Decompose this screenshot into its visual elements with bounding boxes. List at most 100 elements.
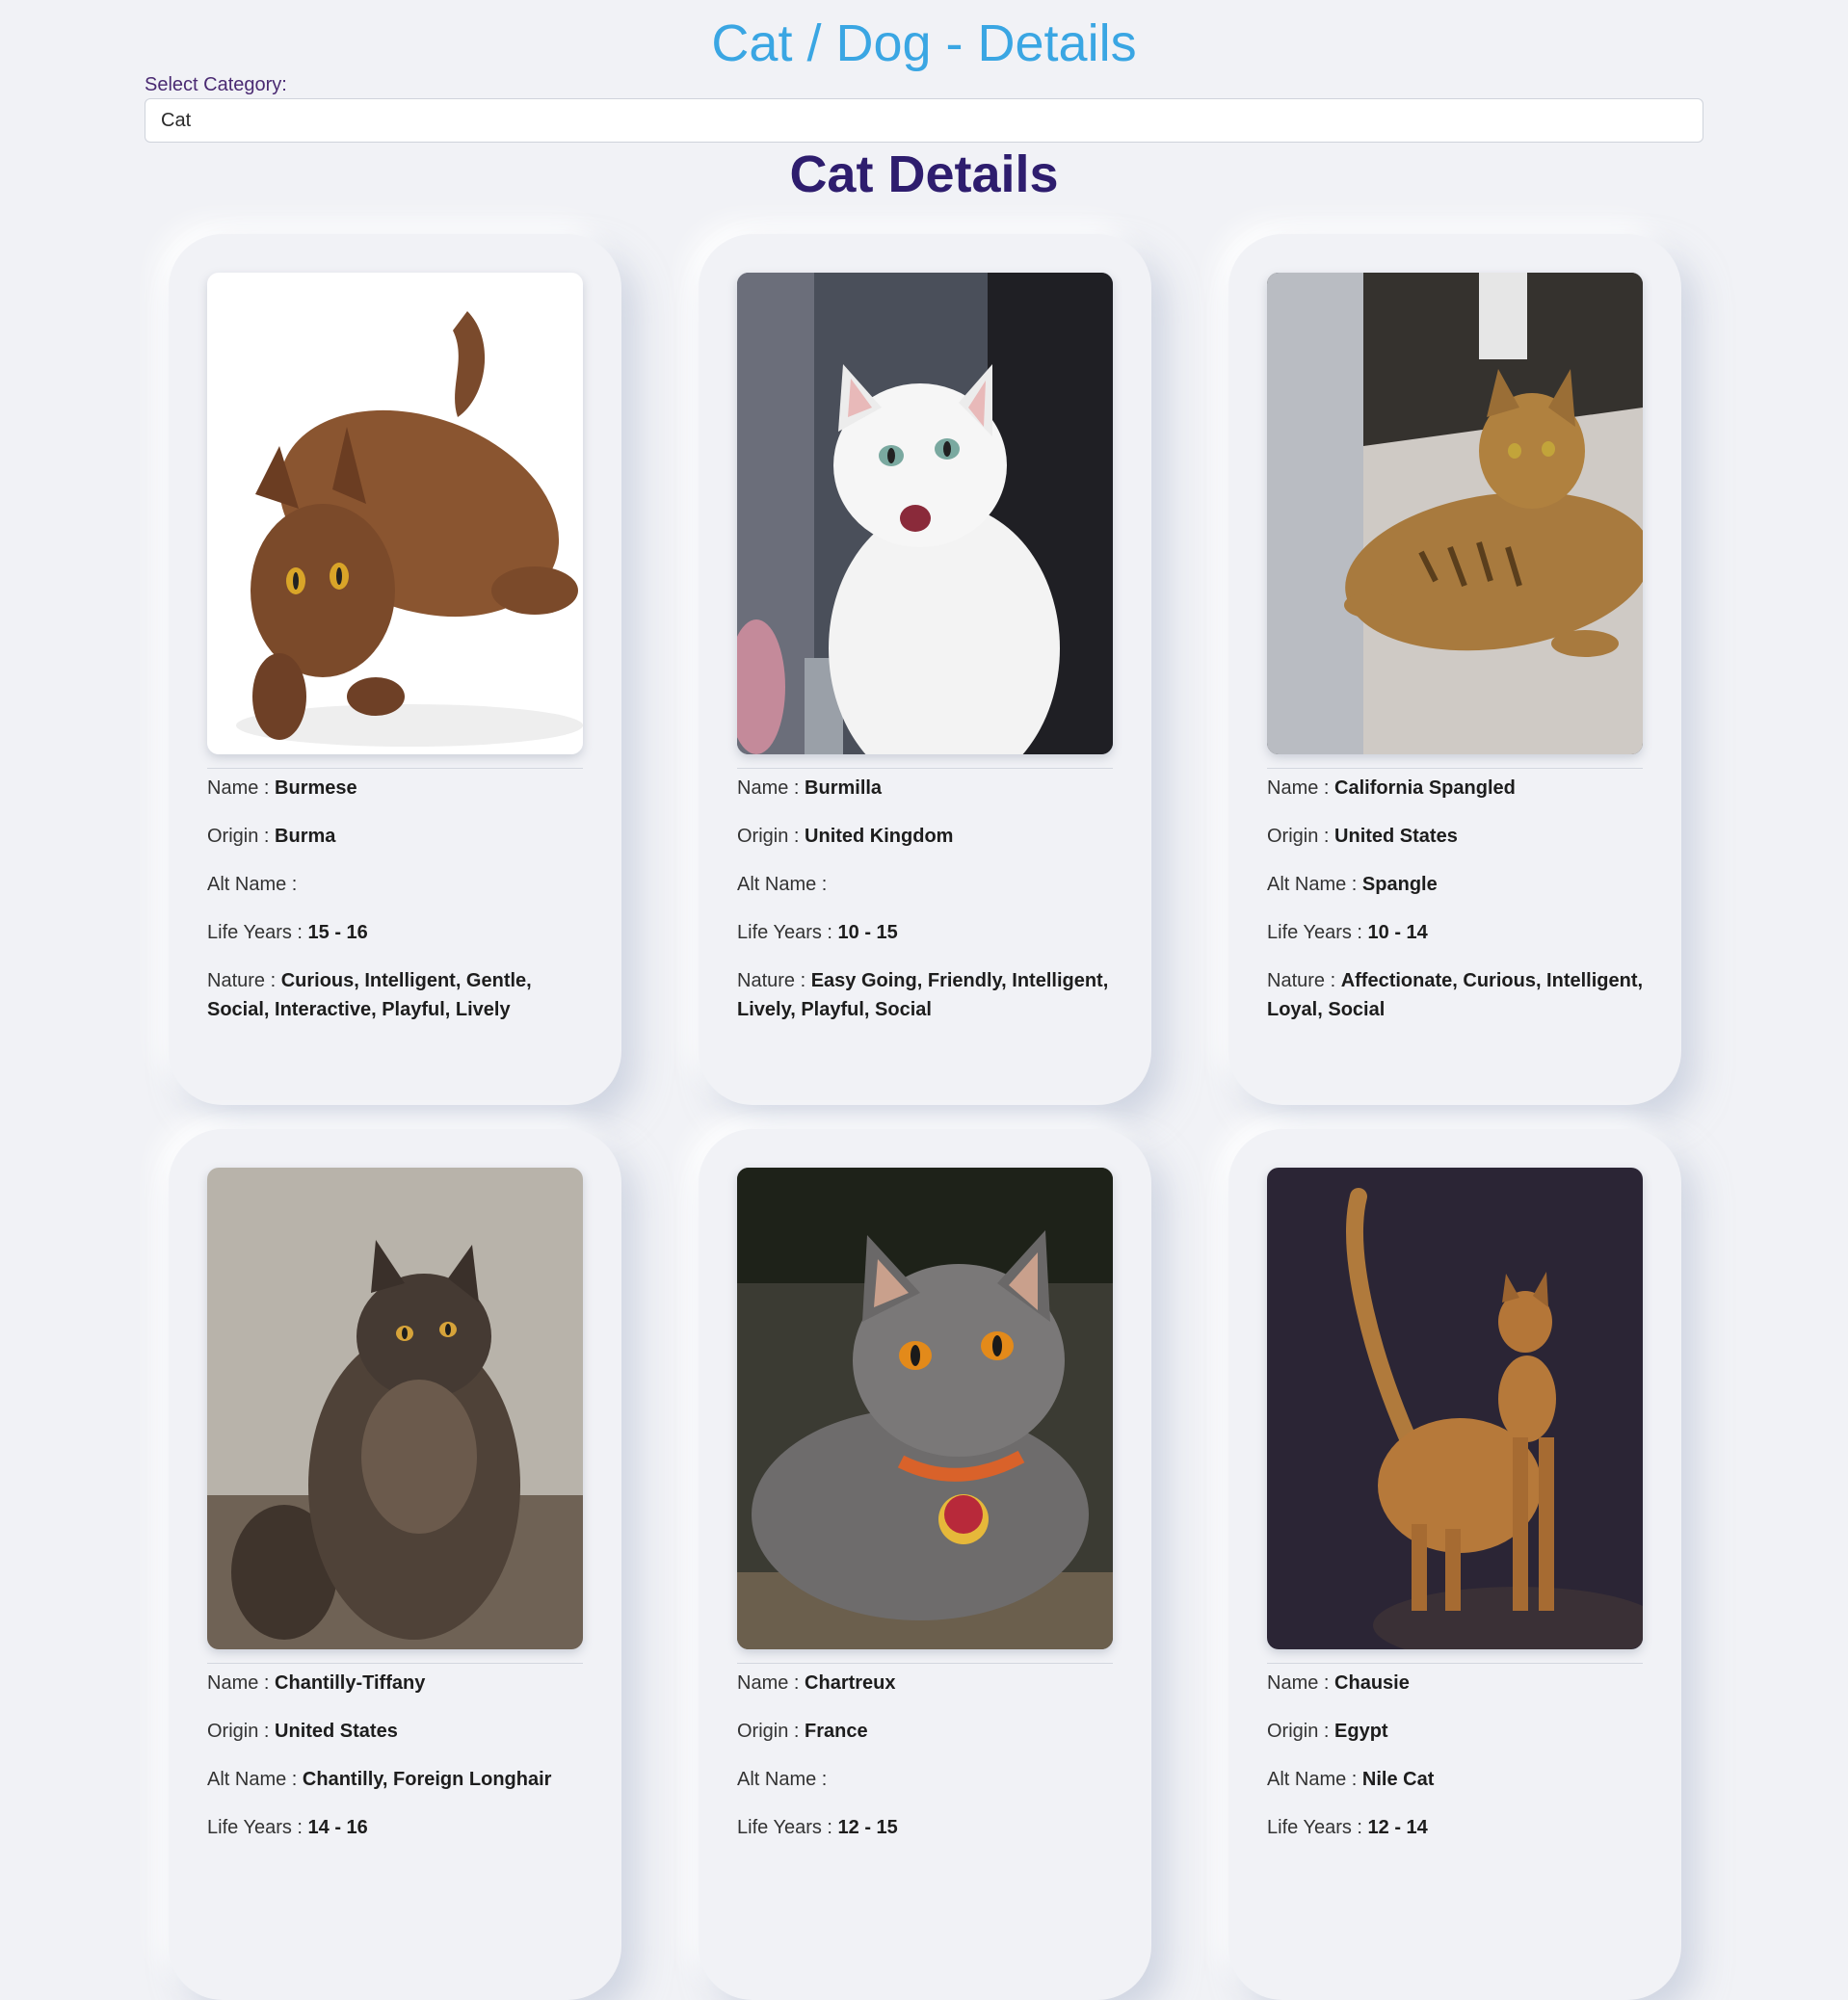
origin-label: Origin : — [737, 826, 805, 847]
origin-row: Origin : Burma — [207, 822, 593, 851]
cat-photo-icon — [207, 273, 583, 754]
origin-label: Origin : — [1267, 1721, 1335, 1742]
breed-card: Name : Chantilly-Tiffany Origin : United… — [169, 1129, 621, 2000]
cat-photo-chausie — [1267, 1168, 1643, 1649]
card-info: Name : Burmese Origin : Burma Alt Name :… — [207, 774, 593, 1043]
origin-label: Origin : — [737, 1721, 805, 1742]
name-label: Name : — [207, 1672, 276, 1694]
alt-name-label: Alt Name : — [1267, 874, 1362, 895]
nature-label: Nature : — [737, 970, 811, 991]
life-years-label: Life Years : — [737, 922, 838, 943]
nature-label: Nature : — [1267, 970, 1341, 991]
breed-card: Name : Chausie Origin : Egypt Alt Name :… — [1228, 1129, 1681, 2000]
alt-name-value: Spangle — [1361, 874, 1438, 895]
origin-value: United States — [275, 1721, 398, 1742]
nature-row: Nature : Easy Going, Friendly, Intellige… — [737, 966, 1122, 1024]
origin-label: Origin : — [207, 1721, 276, 1742]
cat-photo-california-spangled — [1267, 273, 1643, 754]
origin-row: Origin : United States — [207, 1717, 593, 1746]
name-row: Name : Burmese — [207, 774, 593, 803]
life-years-label: Life Years : — [207, 922, 308, 943]
cards-grid: Name : Burmese Origin : Burma Alt Name :… — [0, 0, 1848, 2000]
life-years-value: 12 - 14 — [1367, 1817, 1428, 1838]
life-years-row: Life Years : 10 - 14 — [1267, 918, 1652, 947]
cat-photo-burmese — [207, 273, 583, 754]
life-years-label: Life Years : — [737, 1817, 838, 1838]
name-row: Name : Chantilly-Tiffany — [207, 1669, 593, 1697]
nature-row: Nature : Curious, Intelligent, Gentle, S… — [207, 966, 593, 1024]
alt-name-label: Alt Name : — [737, 1769, 828, 1790]
nature-label: Nature : — [207, 970, 281, 991]
card-divider — [1267, 1663, 1643, 1664]
origin-value: France — [805, 1721, 868, 1742]
origin-value: Egypt — [1334, 1721, 1388, 1742]
name-label: Name : — [737, 1672, 805, 1694]
card-info: Name : Chausie Origin : Egypt Alt Name :… — [1267, 1669, 1652, 1861]
alt-name-row: Alt Name : — [737, 870, 1122, 899]
name-label: Name : — [1267, 1672, 1335, 1694]
card-divider — [207, 1663, 583, 1664]
alt-name-row: Alt Name : Spangle — [1267, 870, 1652, 899]
breed-card: Name : California Spangled Origin : Unit… — [1228, 234, 1681, 1105]
life-years-row: Life Years : 14 - 16 — [207, 1813, 593, 1842]
origin-row: Origin : United Kingdom — [737, 822, 1122, 851]
name-value: Chartreux — [805, 1672, 896, 1694]
card-divider — [737, 1663, 1113, 1664]
card-divider — [207, 768, 583, 769]
breed-card: Name : Burmilla Origin : United Kingdom … — [699, 234, 1151, 1105]
life-years-row: Life Years : 12 - 15 — [737, 1813, 1122, 1842]
origin-row: Origin : United States — [1267, 822, 1652, 851]
card-divider — [737, 768, 1113, 769]
alt-name-row: Alt Name : — [207, 870, 593, 899]
name-value: Burmilla — [805, 777, 883, 799]
life-years-label: Life Years : — [1267, 1817, 1368, 1838]
life-years-row: Life Years : 12 - 14 — [1267, 1813, 1652, 1842]
origin-label: Origin : — [1267, 826, 1335, 847]
cat-photo-icon — [1267, 273, 1643, 754]
life-years-value: 10 - 14 — [1367, 922, 1428, 943]
name-row: Name : Chartreux — [737, 1669, 1122, 1697]
alt-name-row: Alt Name : Nile Cat — [1267, 1765, 1652, 1794]
card-info: Name : Burmilla Origin : United Kingdom … — [737, 774, 1122, 1043]
card-divider — [1267, 768, 1643, 769]
cat-photo-icon — [737, 1168, 1113, 1649]
name-value: Chantilly-Tiffany — [275, 1672, 426, 1694]
name-row: Name : Burmilla — [737, 774, 1122, 803]
life-years-row: Life Years : 15 - 16 — [207, 918, 593, 947]
nature-row: Nature : Affectionate, Curious, Intellig… — [1267, 966, 1652, 1024]
breed-card: Name : Burmese Origin : Burma Alt Name :… — [169, 234, 621, 1105]
card-info: Name : Chantilly-Tiffany Origin : United… — [207, 1669, 593, 1861]
alt-name-label: Alt Name : — [1267, 1769, 1362, 1790]
life-years-value: 10 - 15 — [837, 922, 898, 943]
name-row: Name : Chausie — [1267, 1669, 1652, 1697]
name-value: Chausie — [1334, 1672, 1410, 1694]
cat-photo-icon — [207, 1168, 583, 1649]
alt-name-value: Nile Cat — [1361, 1769, 1435, 1790]
cat-photo-chartreux — [737, 1168, 1113, 1649]
origin-label: Origin : — [207, 826, 276, 847]
name-label: Name : — [207, 777, 276, 799]
cat-photo-burmilla — [737, 273, 1113, 754]
origin-value: United States — [1334, 826, 1458, 847]
name-label: Name : — [737, 777, 805, 799]
alt-name-label: Alt Name : — [737, 874, 828, 895]
origin-row: Origin : Egypt — [1267, 1717, 1652, 1746]
life-years-row: Life Years : 10 - 15 — [737, 918, 1122, 947]
alt-name-label: Alt Name : — [207, 874, 298, 895]
alt-name-row: Alt Name : — [737, 1765, 1122, 1794]
life-years-label: Life Years : — [207, 1817, 308, 1838]
name-value: Burmese — [275, 777, 357, 799]
life-years-label: Life Years : — [1267, 922, 1368, 943]
cat-photo-chantilly-tiffany — [207, 1168, 583, 1649]
cat-photo-icon — [737, 273, 1113, 754]
alt-name-value: Chantilly, Foreign Longhair — [302, 1769, 552, 1790]
name-label: Name : — [1267, 777, 1335, 799]
alt-name-row: Alt Name : Chantilly, Foreign Longhair — [207, 1765, 593, 1794]
life-years-value: 14 - 16 — [307, 1817, 368, 1838]
origin-row: Origin : France — [737, 1717, 1122, 1746]
card-info: Name : Chartreux Origin : France Alt Nam… — [737, 1669, 1122, 1861]
cat-photo-icon — [1267, 1168, 1643, 1649]
name-row: Name : California Spangled — [1267, 774, 1652, 803]
name-value: California Spangled — [1334, 777, 1516, 799]
alt-name-label: Alt Name : — [207, 1769, 303, 1790]
